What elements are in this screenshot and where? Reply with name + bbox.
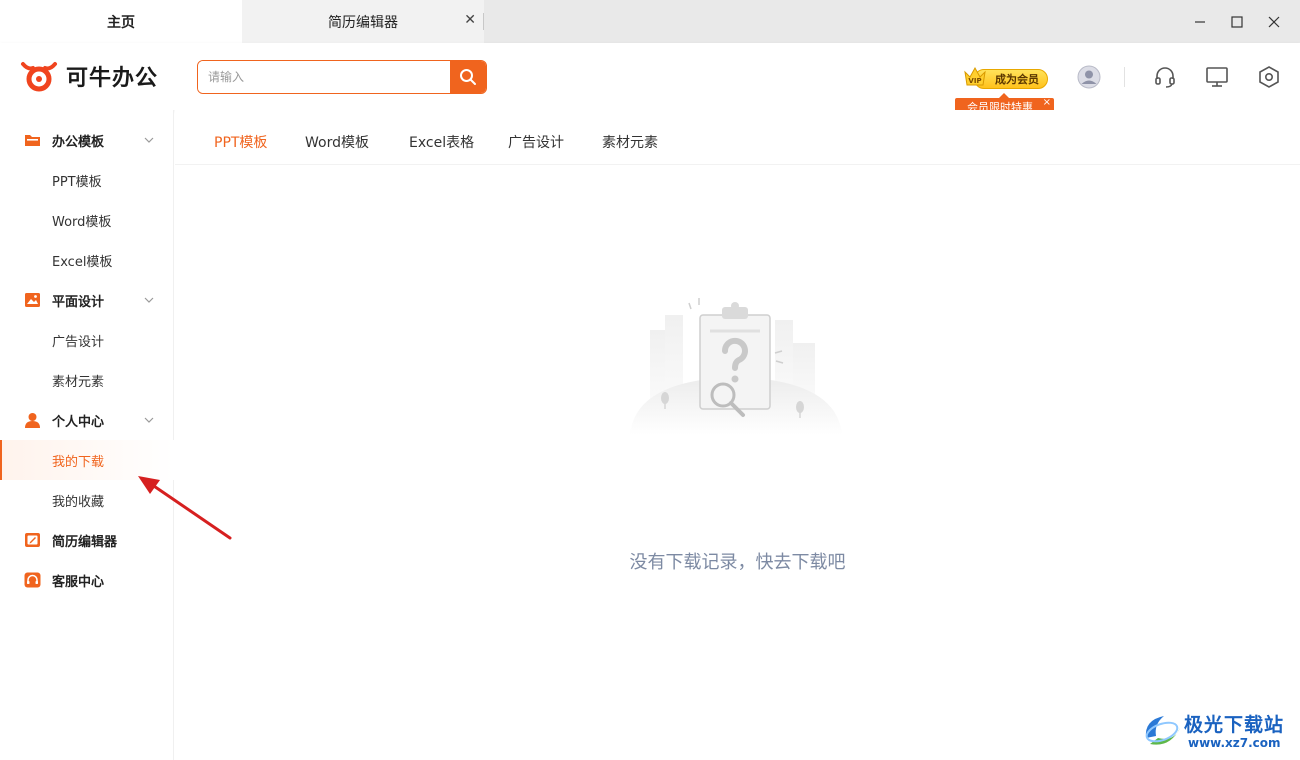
headset-icon: [24, 572, 41, 588]
folder-icon: [25, 135, 40, 146]
main-content: PPT模板 Word模板 Excel表格 广告设计 素材元素 没有下载记录，快去…: [175, 110, 1300, 760]
sidebar-item-label: Excel模板: [52, 254, 113, 270]
tab-divider: [483, 13, 484, 30]
sidebar-group-label: 简历编辑器: [52, 534, 118, 550]
chevron-down-icon: [144, 417, 154, 423]
sidebar-item-label: 广告设计: [52, 334, 105, 350]
minimize-icon[interactable]: [1188, 10, 1212, 34]
sidebar-item-materials[interactable]: 素材元素: [0, 360, 174, 400]
search-button[interactable]: [450, 61, 486, 93]
sidebar-group-graphic-design[interactable]: 平面设计: [0, 280, 174, 320]
sidebar-group-label: 个人中心: [52, 414, 105, 430]
tab-home[interactable]: 主页: [0, 0, 242, 43]
sidebar-item-ad-design[interactable]: 广告设计: [0, 320, 174, 360]
category-tabs: PPT模板 Word模板 Excel表格 广告设计 素材元素: [175, 110, 1300, 165]
sidebar-item-label: Word模板: [52, 214, 112, 230]
vip-crown-icon: VIP: [964, 66, 986, 86]
annotation-arrow: [138, 476, 232, 540]
search-bar: [197, 60, 487, 94]
tab-home-label: 主页: [107, 14, 135, 31]
avatar-icon[interactable]: [1077, 65, 1101, 89]
promo-close-icon[interactable]: ×: [1043, 97, 1051, 108]
sidebar-group-label: 客服中心: [52, 574, 105, 590]
watermark-url: www.xz7.com: [1188, 736, 1281, 750]
tab-resume-editor[interactable]: 简历编辑器 ✕: [242, 0, 484, 43]
sidebar-group-office-templates[interactable]: 办公模板: [0, 120, 174, 160]
empty-state-message: 没有下载记录，快去下载吧: [629, 552, 846, 573]
settings-icon[interactable]: [1257, 65, 1281, 89]
tab-resume-editor-label: 简历编辑器: [328, 14, 398, 31]
tab-ad-design[interactable]: 广告设计: [508, 132, 564, 152]
tab-word-templates[interactable]: Word模板: [305, 132, 369, 152]
empty-state-illustration: [630, 298, 842, 435]
logo-icon: [21, 62, 57, 92]
chevron-down-icon: [144, 137, 154, 143]
sidebar-item-excel-templates[interactable]: Excel模板: [0, 240, 174, 280]
sidebar-item-label: 我的下载: [52, 454, 105, 470]
edit-icon: [25, 533, 40, 547]
tab-close-icon[interactable]: ✕: [464, 12, 476, 28]
watermark: 极光下载站 www.xz7.com: [1140, 708, 1295, 754]
sidebar: 办公模板 PPT模板 Word模板 Excel模板 平面设计 广告设计 素材元素…: [0, 110, 174, 760]
maximize-icon[interactable]: [1225, 10, 1249, 34]
app-header: 可牛办公 成为会员 VIP 会员限时特惠 ×: [0, 43, 1300, 116]
close-icon[interactable]: [1262, 10, 1286, 34]
chevron-down-icon: [144, 297, 154, 303]
sidebar-item-label: 素材元素: [52, 374, 105, 390]
app-name: 可牛办公: [66, 66, 159, 91]
monitor-icon[interactable]: [1205, 65, 1229, 89]
tab-ppt-templates[interactable]: PPT模板: [214, 132, 267, 152]
title-bar: 主页 简历编辑器 ✕: [0, 0, 1300, 43]
image-icon: [25, 293, 40, 307]
tab-materials[interactable]: 素材元素: [602, 132, 658, 152]
watermark-logo-icon: [1145, 716, 1180, 745]
headset-icon[interactable]: [1153, 65, 1177, 89]
sidebar-group-label: 办公模板: [52, 134, 105, 150]
sidebar-group-label: 平面设计: [52, 294, 105, 310]
sidebar-item-label: 我的收藏: [52, 494, 105, 510]
sidebar-item-word-templates[interactable]: Word模板: [0, 200, 174, 240]
sidebar-item-label: PPT模板: [52, 174, 102, 190]
search-input[interactable]: [198, 61, 450, 93]
header-divider: [1124, 67, 1125, 87]
search-icon: [460, 69, 476, 85]
sidebar-group-personal-center[interactable]: 个人中心: [0, 400, 174, 440]
tab-excel-sheets[interactable]: Excel表格: [409, 132, 474, 152]
watermark-title: 极光下载站: [1184, 714, 1285, 736]
user-icon: [25, 413, 40, 428]
app-logo[interactable]: 可牛办公: [20, 60, 158, 92]
vip-button[interactable]: 成为会员 VIP: [962, 63, 1050, 91]
vip-badge-text: VIP: [968, 77, 981, 85]
sidebar-item-ppt-templates[interactable]: PPT模板: [0, 160, 174, 200]
sidebar-group-customer-service[interactable]: 客服中心: [0, 560, 174, 600]
